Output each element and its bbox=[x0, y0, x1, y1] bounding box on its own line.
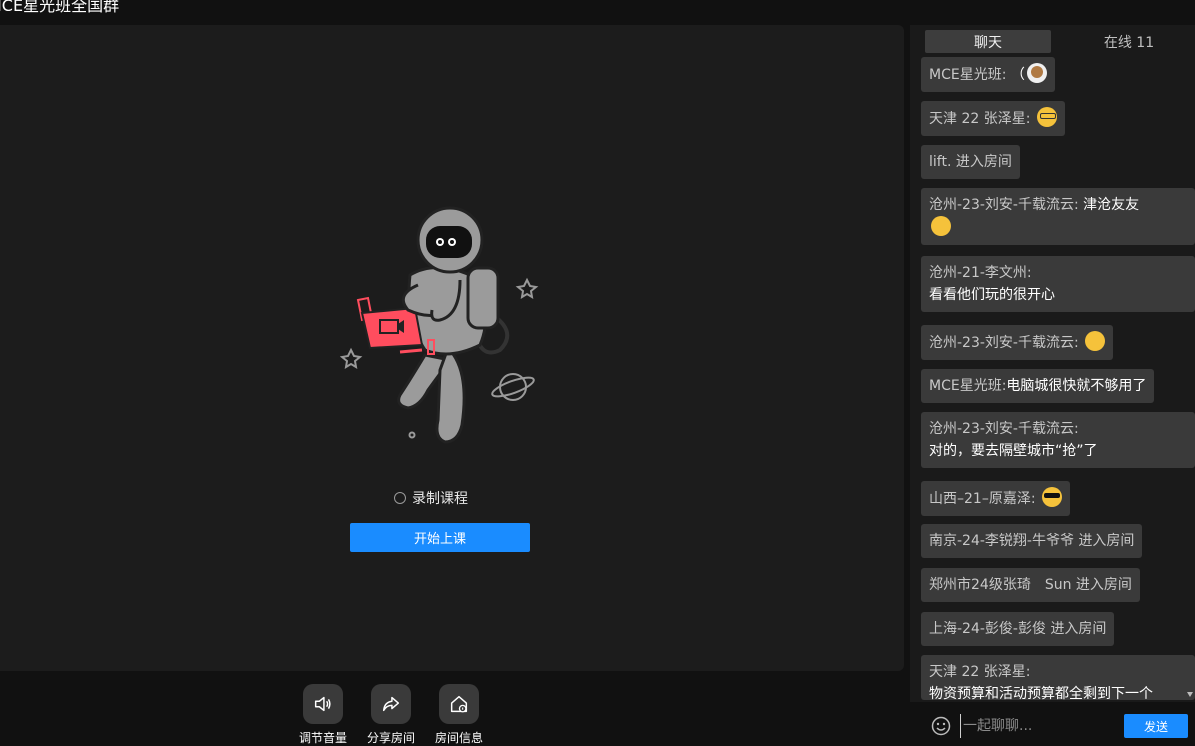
share-label: 分享房间 bbox=[366, 731, 415, 745]
tab-online[interactable]: 在线 11 bbox=[1066, 30, 1192, 53]
house-info-icon bbox=[450, 695, 468, 713]
window-title: MCE星光班全国群 bbox=[0, 0, 120, 15]
volume-button[interactable] bbox=[303, 684, 343, 724]
classroom-stage: 录制课程 开始上课 bbox=[0, 25, 904, 671]
astronaut-illustration bbox=[340, 206, 539, 444]
chat-panel: 聊天 在线 11 MCE星光班: （ 天津 22 张泽星: lift. 进入房间… bbox=[910, 25, 1195, 743]
emoji-picker-icon[interactable] bbox=[931, 716, 951, 736]
chat-message: 郑州市24级张琦 Sun 进入房间 bbox=[921, 568, 1140, 602]
room-info-button[interactable] bbox=[439, 684, 479, 724]
record-course-option[interactable]: 录制课程 bbox=[394, 488, 468, 508]
chat-tabs: 聊天 在线 11 bbox=[925, 30, 1195, 53]
smile-emoji-icon bbox=[931, 216, 951, 236]
dog-emoji-icon bbox=[1026, 63, 1047, 83]
tab-chat[interactable]: 聊天 bbox=[925, 30, 1051, 53]
chat-input-bar: 发送 bbox=[910, 702, 1195, 743]
chat-message: 山西–21–原嘉泽: bbox=[921, 481, 1070, 516]
chat-message: 沧州-21-李文州: 看看他们玩的很开心 bbox=[921, 256, 1195, 312]
record-label: 录制课程 bbox=[412, 491, 468, 507]
chat-message: lift. 进入房间 bbox=[921, 145, 1020, 179]
chat-message: 天津 22 张泽星: bbox=[921, 101, 1065, 136]
share-arrow-icon bbox=[382, 696, 400, 712]
speaker-icon bbox=[314, 696, 331, 712]
bottom-toolbar: 调节音量 分享房间 房间信息 bbox=[0, 671, 910, 746]
nerd-emoji-icon bbox=[1036, 107, 1057, 127]
chat-message: MCE星光班:电脑城很快就不够用了 bbox=[921, 369, 1155, 403]
share-button[interactable] bbox=[371, 684, 411, 724]
volume-label: 调节音量 bbox=[298, 731, 347, 745]
chat-message: 南京-24-李锐翔-牛爷爷 进入房间 bbox=[921, 524, 1143, 558]
room-info-tool[interactable]: 房间信息 bbox=[419, 684, 499, 746]
send-button[interactable]: 发送 bbox=[1124, 714, 1188, 738]
chat-message: 天津 22 张泽星: 物资预算和活动预算都全剩到下一个 bbox=[921, 655, 1195, 700]
start-class-button[interactable]: 开始上课 bbox=[350, 523, 530, 552]
scroll-down-arrow-icon[interactable] bbox=[1187, 690, 1193, 700]
chat-message: 沧州-23-刘安-千载流云: 津沧友友 bbox=[921, 188, 1195, 245]
chat-message: 沧州-23-刘安-千载流云: bbox=[921, 325, 1114, 360]
chat-message: 沧州-23-刘安-千载流云: 对的，要去隔壁城市“抢”了 bbox=[921, 412, 1195, 468]
thinking-emoji-icon bbox=[1085, 331, 1106, 351]
record-radio[interactable] bbox=[394, 492, 406, 504]
chat-message: 上海-24-彭俊-彭俊 进入房间 bbox=[921, 612, 1115, 646]
chat-message: MCE星光班: （ bbox=[921, 57, 1055, 92]
room-info-label: 房间信息 bbox=[434, 731, 483, 745]
sunglasses-emoji-icon bbox=[1041, 487, 1062, 507]
chat-input[interactable] bbox=[960, 714, 1125, 738]
title-bar: MCE星光班全国群 bbox=[0, 0, 910, 16]
